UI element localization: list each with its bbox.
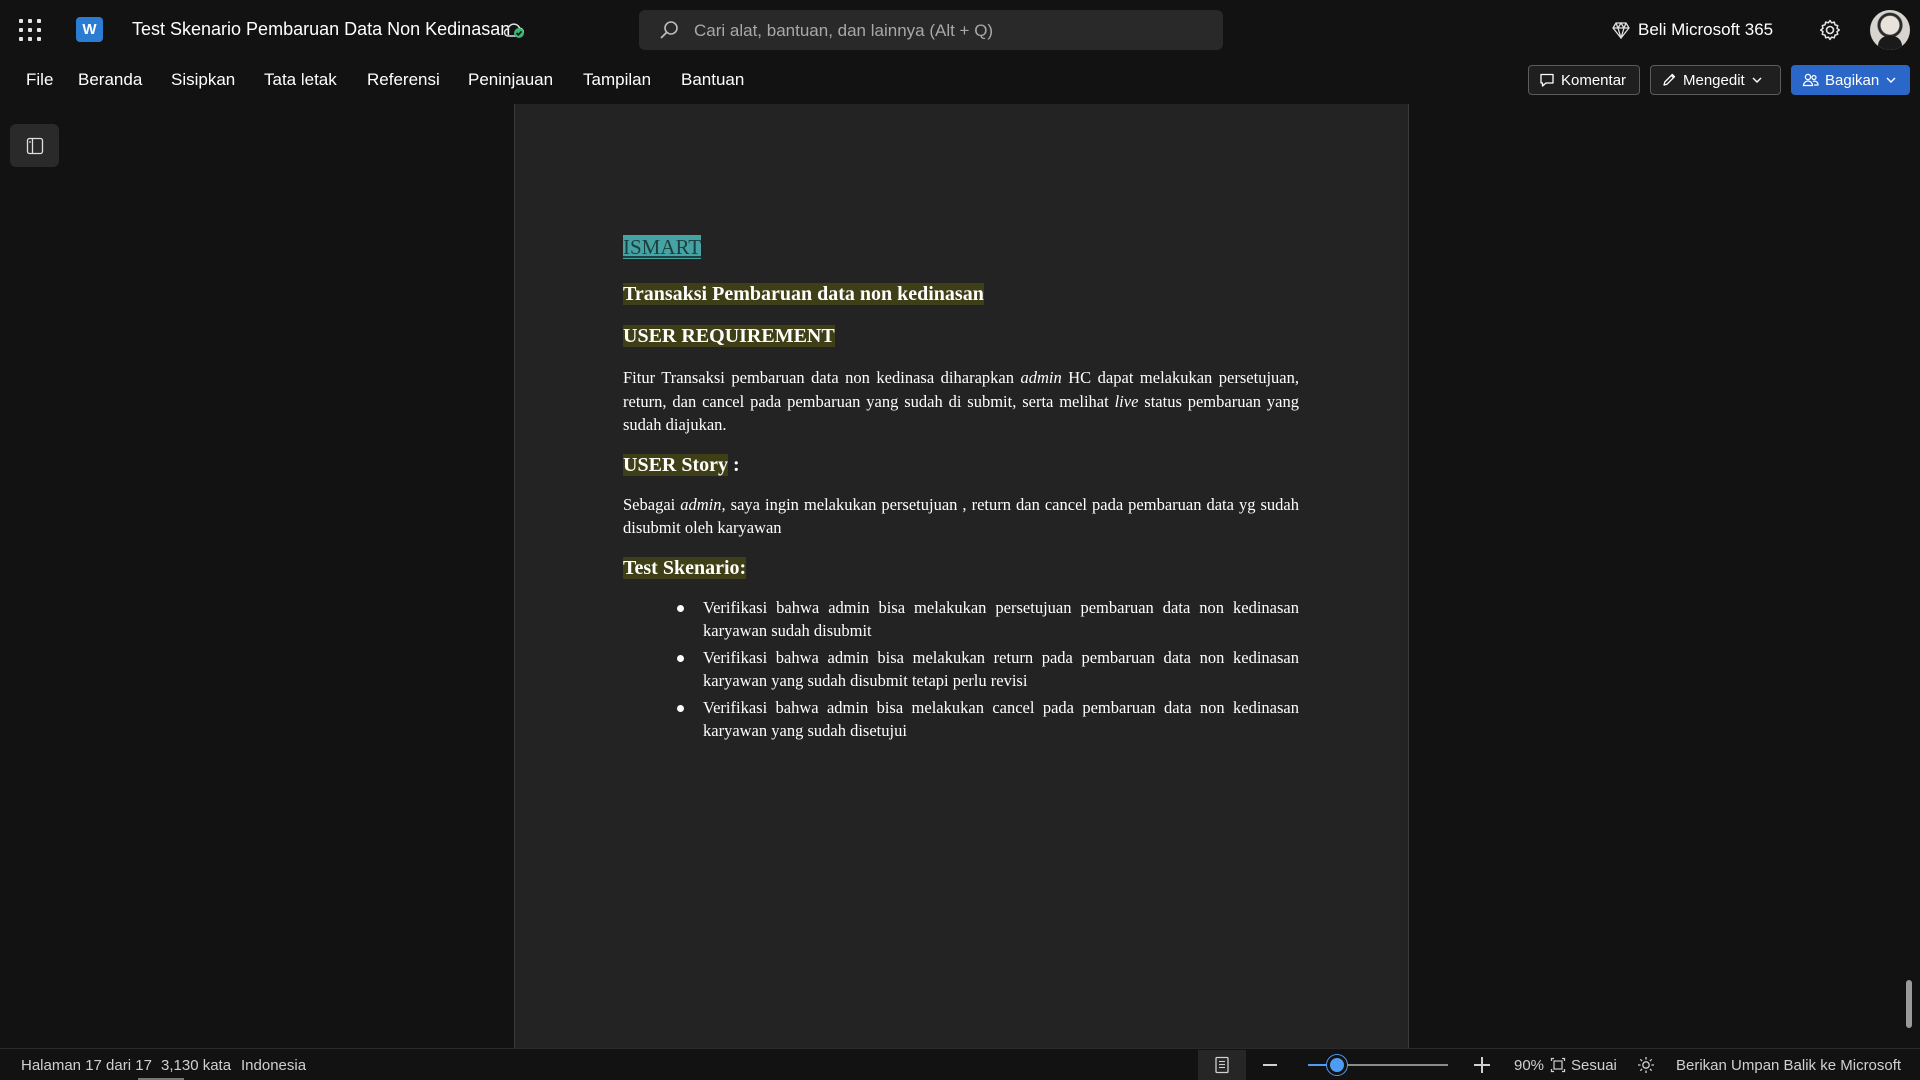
app-launcher-icon[interactable] [19, 19, 41, 41]
chevron-down-icon [1752, 77, 1762, 83]
word-logo-icon[interactable]: W [76, 17, 106, 42]
user-story-paragraph[interactable]: Sebagai admin, saya ingin melakukan pers… [623, 493, 1299, 540]
requirement-paragraph[interactable]: Fitur Transaksi pembaruan data non kedin… [623, 366, 1299, 437]
document-body[interactable]: ISMART Transaksi Pembaruan data non kedi… [623, 234, 1299, 746]
search-box[interactable]: Cari alat, bantuan, dan lainnya (Alt + Q… [639, 10, 1223, 50]
navigation-pane-icon [26, 137, 44, 155]
search-placeholder: Cari alat, bantuan, dan lainnya (Alt + Q… [694, 21, 994, 40]
feedback-icon[interactable] [1637, 1056, 1655, 1074]
status-bar: Halaman 17 dari 17 3,130 kata Indonesia … [0, 1048, 1920, 1080]
chevron-down-icon [1886, 77, 1896, 83]
list-item[interactable]: Verifikasi bahwa admin bisa melakukan ca… [677, 696, 1299, 743]
menu-tampilan[interactable]: Tampilan [583, 70, 651, 90]
buy-microsoft-365-label: Beli Microsoft 365 [1638, 20, 1774, 39]
list-item[interactable]: Verifikasi bahwa admin bisa melakukan re… [677, 646, 1299, 693]
zoom-slider-handle[interactable] [1327, 1055, 1347, 1075]
page-count[interactable]: Halaman 17 dari 17 [21, 1057, 152, 1074]
comment-button[interactable]: Komentar [1528, 65, 1640, 95]
editing-mode-label: Mengedit [1683, 71, 1745, 89]
zoom-in-button[interactable] [1474, 1057, 1490, 1073]
comment-icon [1540, 73, 1554, 87]
menu-referensi[interactable]: Referensi [367, 70, 440, 90]
search-icon [660, 21, 678, 39]
reading-mode-button[interactable] [1198, 1050, 1246, 1080]
share-button[interactable]: Bagikan [1791, 65, 1910, 95]
menu-tata-letak[interactable]: Tata letak [264, 70, 337, 90]
menu-sisipkan[interactable]: Sisipkan [171, 70, 235, 90]
ismart-label[interactable]: ISMART [623, 234, 1299, 260]
user-requirement-heading[interactable]: USER REQUIREMENT [623, 324, 1299, 348]
menu-bantuan[interactable]: Bantuan [681, 70, 744, 90]
document-title-heading[interactable]: Transaksi Pembaruan data non kedinasan [623, 282, 1299, 306]
cloud-saved-icon[interactable] [503, 21, 525, 39]
diamond-icon [1612, 21, 1630, 39]
test-scenario-heading[interactable]: Test Skenario: [623, 556, 1299, 580]
editing-mode-button[interactable]: Mengedit [1650, 65, 1781, 95]
language-indicator[interactable]: Indonesia [241, 1057, 306, 1074]
menu-beranda[interactable]: Beranda [78, 70, 142, 90]
fit-label[interactable]: Sesuai [1571, 1057, 1617, 1074]
avatar[interactable] [1870, 10, 1910, 50]
user-story-heading[interactable]: USER Story : [623, 453, 1299, 477]
comment-label: Komentar [1561, 71, 1627, 89]
scenario-list: Verifikasi bahwa admin bisa melakukan pe… [623, 596, 1299, 743]
document-title[interactable]: Test Skenario Pembaruan Data Non Kedinas… [132, 19, 510, 40]
buy-microsoft-365-button[interactable]: Beli Microsoft 365 [1612, 18, 1773, 42]
menu-peninjauan[interactable]: Peninjauan [468, 70, 553, 90]
reading-mode-icon [1215, 1056, 1229, 1074]
zoom-out-button[interactable] [1263, 1064, 1277, 1066]
feedback-link[interactable]: Berikan Umpan Balik ke Microsoft [1676, 1057, 1901, 1074]
word-count[interactable]: 3,130 kata [161, 1057, 231, 1074]
share-label: Bagikan [1825, 71, 1880, 89]
zoom-level[interactable]: 90% [1514, 1057, 1544, 1074]
title-bar: W Test Skenario Pembaruan Data Non Kedin… [0, 0, 1920, 60]
ribbon-menu-bar: File Beranda Sisipkan Tata letak Referen… [0, 60, 1920, 104]
vertical-scrollbar[interactable] [1906, 980, 1912, 1028]
pencil-icon [1663, 73, 1676, 86]
fit-to-window-icon[interactable] [1550, 1057, 1566, 1073]
menu-file[interactable]: File [26, 70, 53, 90]
gear-icon[interactable] [1818, 18, 1842, 42]
list-item[interactable]: Verifikasi bahwa admin bisa melakukan pe… [677, 596, 1299, 643]
document-page[interactable]: ISMART Transaksi Pembaruan data non kedi… [514, 104, 1409, 1048]
share-people-icon [1802, 73, 1819, 87]
navigation-pane-button[interactable] [10, 124, 59, 167]
